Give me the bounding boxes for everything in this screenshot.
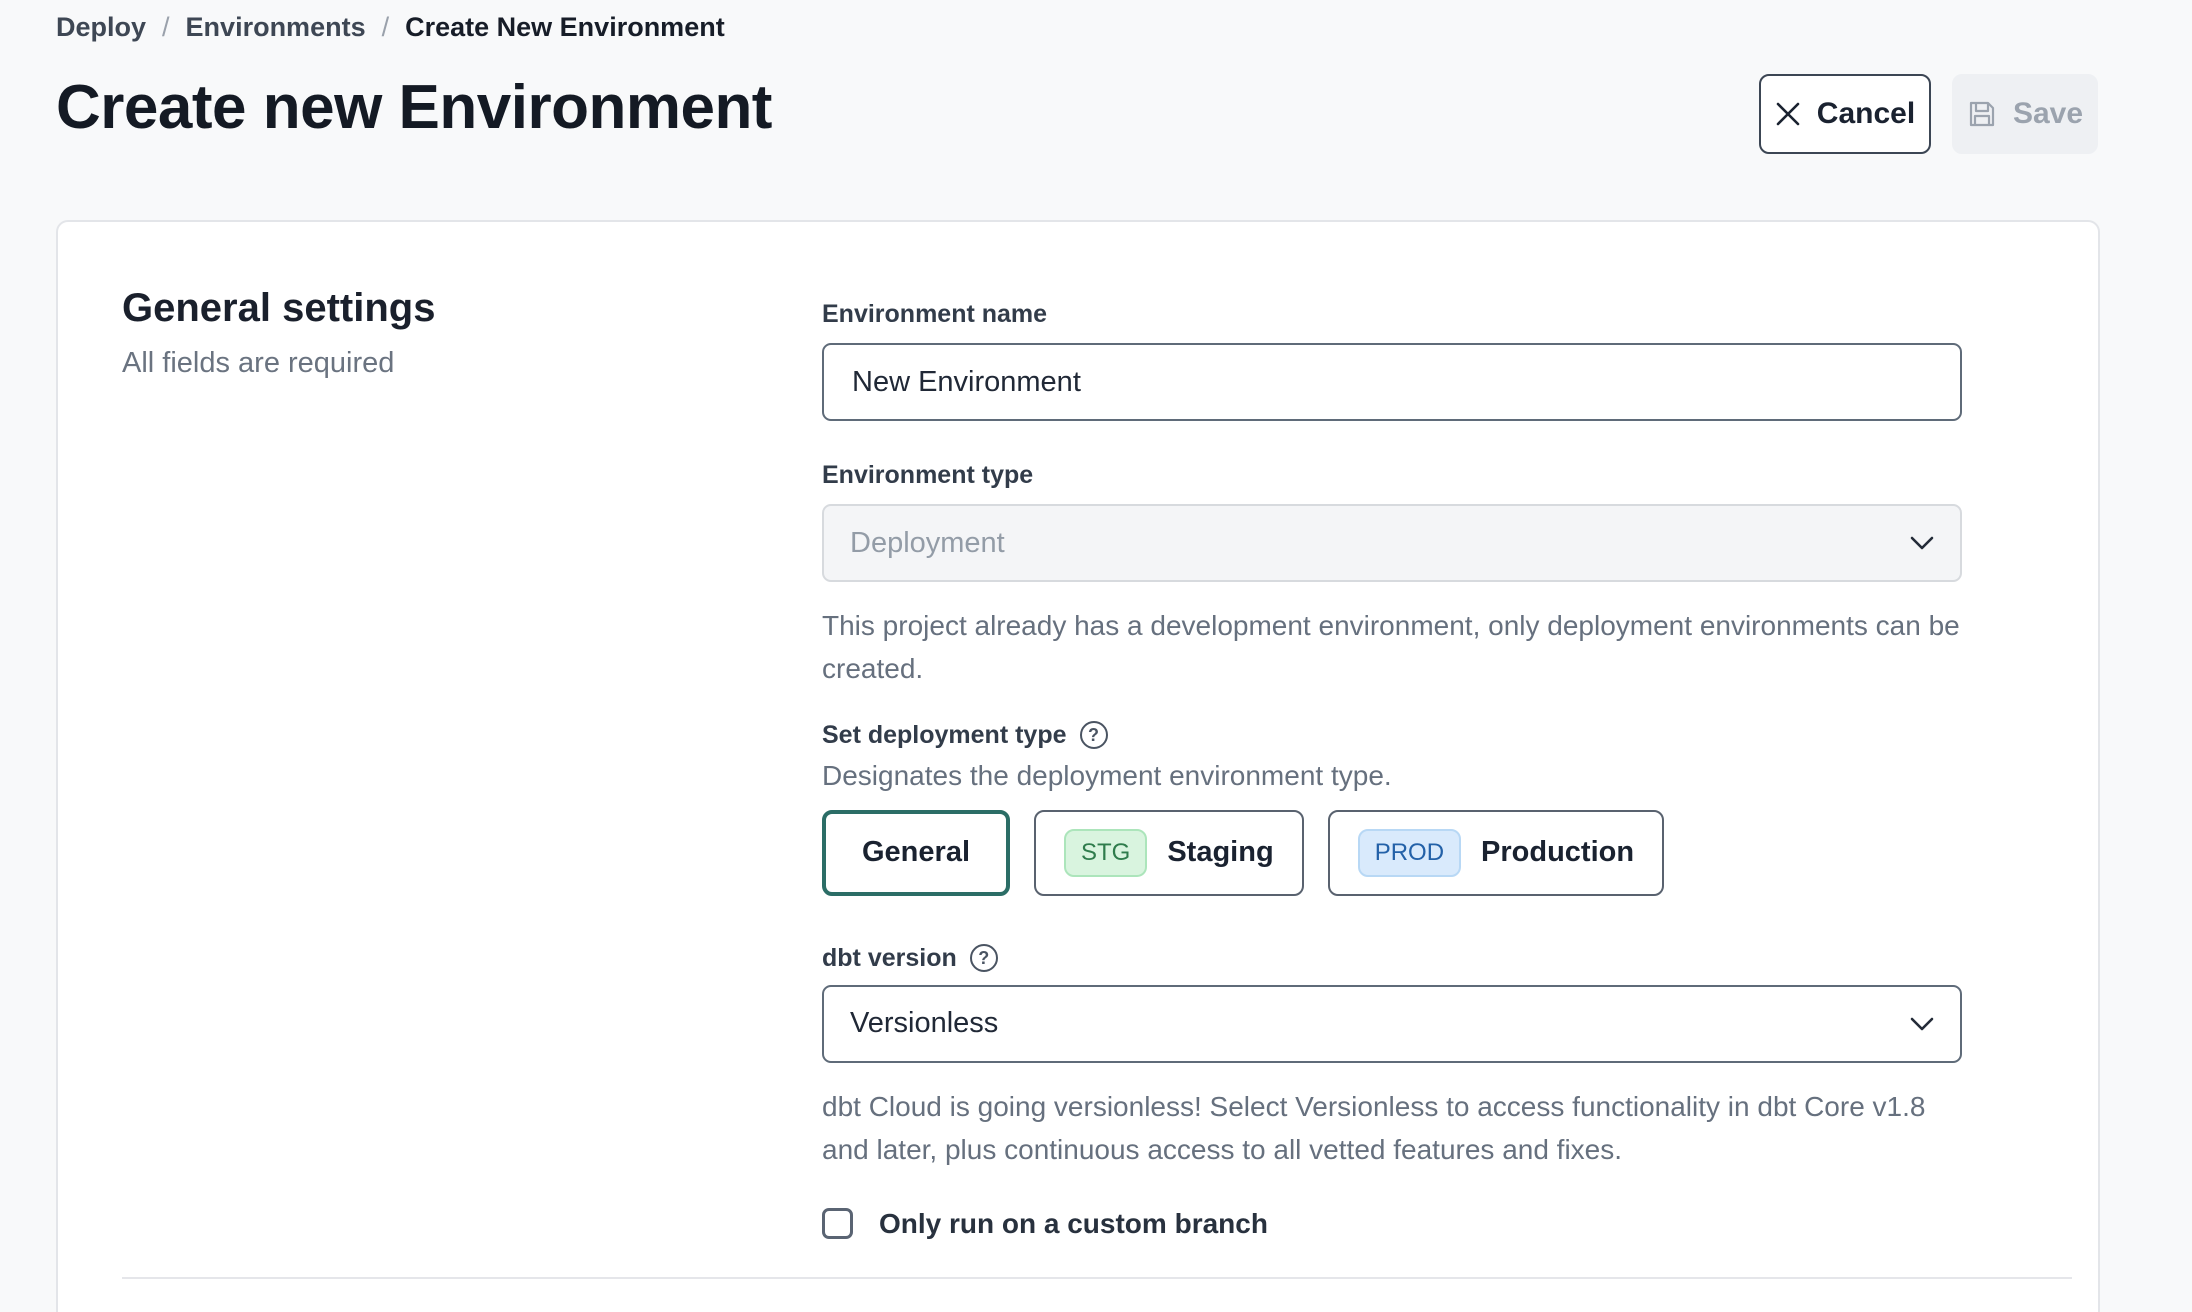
save-button-label: Save [2013,97,2083,131]
deployment-type-production-button[interactable]: PROD Production [1328,810,1664,896]
chevron-down-icon [1910,1017,1934,1031]
section-intro: General settings All fields are required [122,286,762,380]
dbt-version-label: dbt version [822,944,957,973]
environment-type-label: Environment type [822,461,1962,490]
deployment-type-general-button[interactable]: General [822,810,1010,896]
section-divider [122,1277,2072,1279]
deployment-type-general-label: General [862,836,970,869]
section-heading: General settings [122,286,762,331]
environment-name-input[interactable] [822,343,1962,421]
dbt-version-value: Versionless [850,1007,998,1040]
help-icon[interactable]: ? [1080,721,1108,749]
deployment-type-production-label: Production [1481,836,1634,869]
page-title: Create new Environment [56,72,772,143]
cancel-button[interactable]: Cancel [1759,74,1931,154]
close-icon [1775,101,1801,127]
deployment-type-options: General STG Staging PROD Production [822,810,1962,896]
general-settings-card: General settings All fields are required… [56,220,2100,1312]
environment-type-help-text: This project already has a development e… [822,604,1962,691]
breadcrumb-deploy[interactable]: Deploy [56,12,146,43]
save-button[interactable]: Save [1952,74,2098,154]
deployment-type-label-row: Set deployment type ? [822,721,1962,750]
custom-branch-row: Only run on a custom branch [822,1208,1962,1240]
breadcrumb-environments[interactable]: Environments [186,12,366,43]
dbt-version-help-text: dbt Cloud is going versionless! Select V… [822,1085,1962,1172]
breadcrumb-separator: / [162,12,170,43]
header-actions: Cancel Save [1759,74,2098,154]
save-disk-icon [1967,99,1997,129]
dbt-version-select[interactable]: Versionless [822,985,1962,1063]
deployment-type-label: Set deployment type [822,721,1067,750]
environment-type-value: Deployment [850,527,1005,560]
deployment-type-staging-button[interactable]: STG Staging [1034,810,1304,896]
help-icon[interactable]: ? [970,944,998,972]
chevron-down-icon [1910,536,1934,550]
deployment-type-staging-label: Staging [1167,836,1273,869]
staging-badge: STG [1064,829,1147,877]
dbt-version-label-row: dbt version ? [822,944,1962,973]
section-subheading: All fields are required [122,347,762,380]
environment-name-label: Environment name [822,300,1962,329]
breadcrumb: Deploy / Environments / Create New Envir… [56,12,725,43]
production-badge: PROD [1358,829,1461,877]
cancel-button-label: Cancel [1817,97,1915,131]
custom-branch-label: Only run on a custom branch [879,1208,1268,1240]
deployment-type-description: Designates the deployment environment ty… [822,760,1962,792]
settings-form: Environment name Environment type Deploy… [822,300,1962,1240]
breadcrumb-create-new-environment: Create New Environment [405,12,725,43]
custom-branch-checkbox[interactable] [822,1208,853,1239]
environment-type-select: Deployment [822,504,1962,582]
create-environment-page: Deploy / Environments / Create New Envir… [0,0,2192,1312]
breadcrumb-separator: / [382,12,390,43]
